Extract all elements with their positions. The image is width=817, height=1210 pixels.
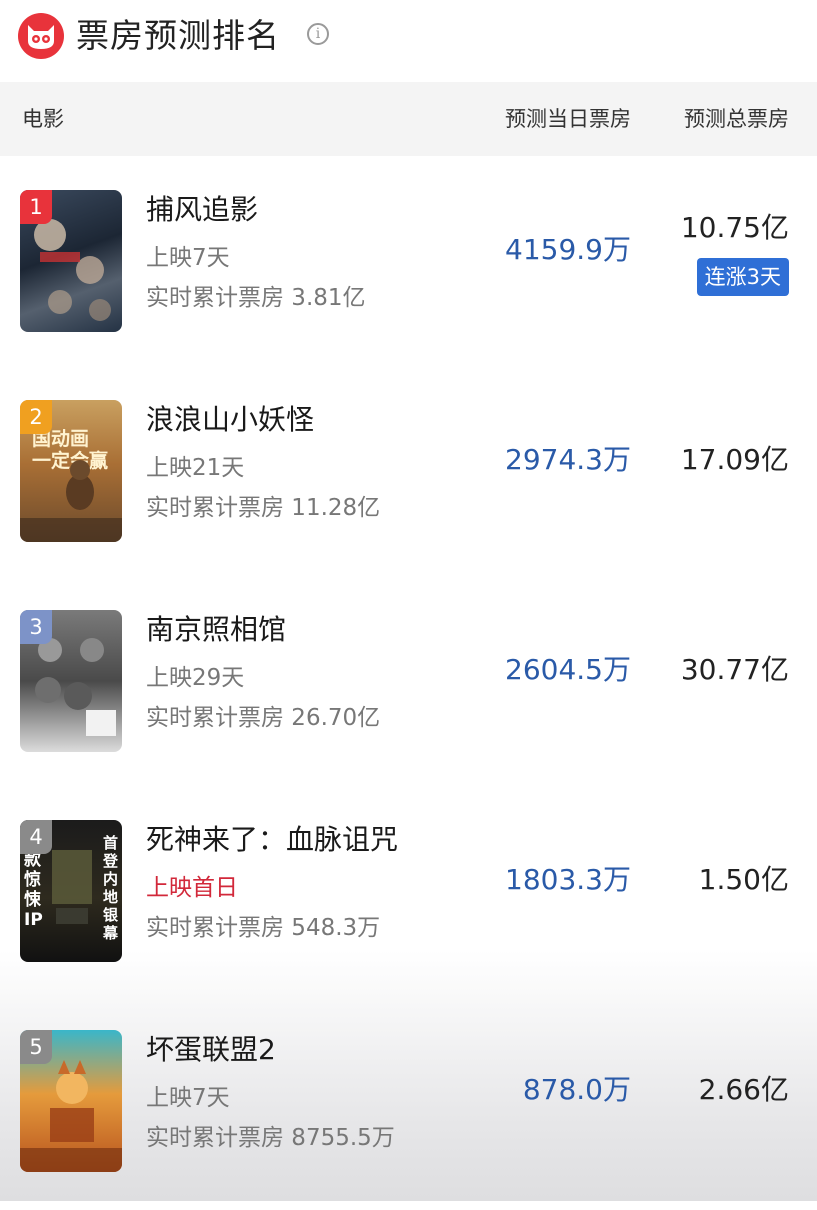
total-forecast: 10.75亿 bbox=[680, 211, 789, 244]
cumulative-box-office: 实时累计票房 8755.5万 bbox=[146, 1125, 395, 1151]
cumulative-box-office: 实时累计票房 3.81亿 bbox=[146, 285, 366, 311]
page-title: 票房预测排名 bbox=[76, 16, 280, 55]
cumulative-box-office: 实时累计票房 548.3万 bbox=[146, 915, 381, 941]
total-forecast: 30.77亿 bbox=[680, 653, 789, 686]
total-forecast: 1.50亿 bbox=[698, 863, 789, 896]
header: 票房预测排名 i bbox=[0, 0, 817, 80]
movie-title[interactable]: 捕风追影 bbox=[146, 192, 258, 228]
today-forecast: 2974.3万 bbox=[505, 443, 631, 476]
rank-badge: 3 bbox=[20, 610, 52, 644]
today-forecast: 2604.5万 bbox=[505, 653, 631, 686]
movie-title[interactable]: 坏蛋联盟2 bbox=[146, 1032, 276, 1068]
movie-title[interactable]: 南京照相馆 bbox=[146, 612, 286, 648]
cumulative-box-office: 实时累计票房 26.70亿 bbox=[146, 705, 381, 731]
today-forecast: 4159.9万 bbox=[505, 233, 631, 266]
movie-title[interactable]: 浪浪山小妖怪 bbox=[146, 402, 314, 438]
movie-title[interactable]: 死神来了：血脉诅咒 bbox=[146, 822, 398, 858]
rank-badge: 4 bbox=[20, 820, 52, 854]
rank-badge: 5 bbox=[20, 1030, 52, 1064]
release-days: 上映7天 bbox=[146, 1085, 230, 1111]
rank-badge: 2 bbox=[20, 400, 52, 434]
cumulative-box-office: 实时累计票房 11.28亿 bbox=[146, 495, 381, 521]
column-movie: 电影 bbox=[22, 107, 64, 131]
total-forecast: 17.09亿 bbox=[680, 443, 789, 476]
movie-row-3[interactable]: 3 南京照相馆 上映29天 实时累计票房 26.70亿 2604.5万 30.7… bbox=[0, 580, 817, 790]
release-days: 上映7天 bbox=[146, 245, 230, 271]
movie-row-4[interactable]: 款 惊 悚 IP 首 登 内 地 银 幕 4 死神来了：血脉诅咒 上映首日 实时… bbox=[0, 790, 817, 1000]
trend-badge: 连涨3天 bbox=[696, 258, 789, 296]
column-today-forecast[interactable]: 预测当日票房 bbox=[505, 105, 631, 133]
movie-row-5[interactable]: 5 坏蛋联盟2 上映7天 实时累计票房 8755.5万 878.0万 2.66亿 bbox=[0, 1000, 817, 1210]
movie-row-1[interactable]: 1 捕风追影 上映7天 实时累计票房 3.81亿 4159.9万 10.75亿 … bbox=[0, 160, 817, 370]
today-forecast: 878.0万 bbox=[522, 1073, 631, 1106]
info-icon[interactable]: i bbox=[307, 23, 329, 45]
column-header: 电影 预测当日票房 预测总票房 bbox=[0, 82, 817, 156]
release-days: 上映29天 bbox=[146, 665, 245, 691]
release-days: 上映21天 bbox=[146, 455, 245, 481]
rank-badge: 1 bbox=[20, 190, 52, 224]
movie-row-2[interactable]: 国动画 一定会赢 2 浪浪山小妖怪 上映21天 实时累计票房 11.28亿 29… bbox=[0, 370, 817, 580]
today-forecast: 1803.3万 bbox=[505, 863, 631, 896]
release-days: 上映首日 bbox=[146, 875, 238, 901]
column-total-forecast[interactable]: 预测总票房 bbox=[684, 105, 789, 133]
total-forecast: 2.66亿 bbox=[698, 1073, 789, 1106]
cat-eye-logo-icon bbox=[18, 13, 64, 59]
